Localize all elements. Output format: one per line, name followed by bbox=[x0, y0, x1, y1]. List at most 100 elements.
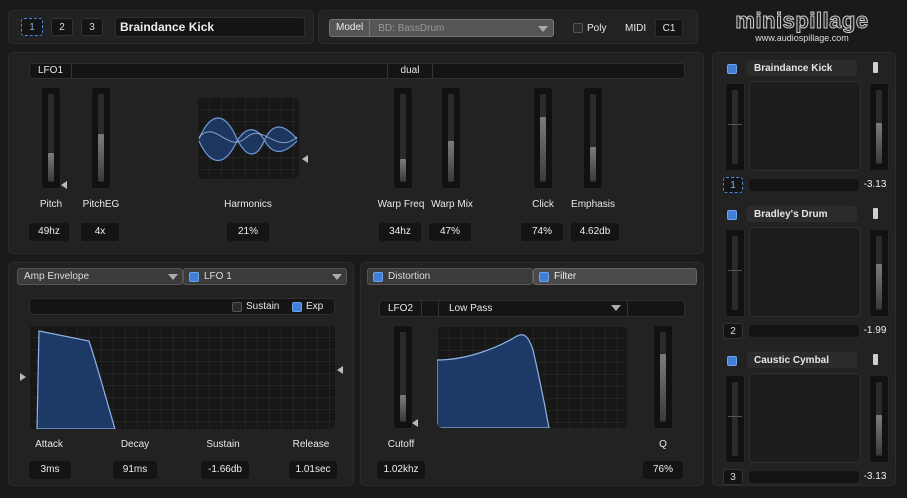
warp-mix-value[interactable]: 47% bbox=[429, 223, 471, 241]
center-tick bbox=[728, 124, 742, 125]
model-bar: Model BD: BassDrum Poly MIDI C1 bbox=[318, 10, 698, 44]
harmonics-mod-arrow-icon[interactable] bbox=[302, 155, 308, 163]
brand-url: www.audiospillage.com bbox=[755, 33, 849, 43]
warp-freq-label: Warp Freq bbox=[377, 199, 425, 210]
emphasis-slider[interactable] bbox=[583, 87, 603, 189]
pitch-slider[interactable] bbox=[41, 87, 61, 189]
decay-value[interactable]: 91ms bbox=[113, 461, 157, 479]
warp-freq-value[interactable]: 34hz bbox=[379, 223, 421, 241]
channel-volume-slider[interactable] bbox=[725, 83, 745, 171]
channel-pan-handle[interactable] bbox=[873, 208, 878, 219]
sustain-checkbox[interactable] bbox=[232, 302, 242, 312]
release-value[interactable]: 1.01sec bbox=[289, 461, 337, 479]
filter-checkbox[interactable] bbox=[539, 272, 549, 282]
channel-level-meter[interactable] bbox=[869, 229, 889, 317]
filter-response-graph[interactable] bbox=[437, 326, 627, 428]
warp-freq-slider[interactable] bbox=[393, 87, 413, 189]
channel-pad[interactable] bbox=[749, 227, 861, 317]
patch-button-2-label: 2 bbox=[59, 21, 65, 33]
exp-checkbox[interactable] bbox=[292, 302, 302, 312]
channel-name-field[interactable]: Braindance Kick bbox=[747, 60, 857, 76]
channel-gain-value[interactable]: -3.13 bbox=[859, 468, 891, 486]
channel-name-field[interactable]: Caustic Cymbal bbox=[747, 352, 857, 368]
patch-button-2[interactable]: 2 bbox=[51, 18, 73, 36]
midi-note-field[interactable]: C1 bbox=[655, 19, 683, 37]
envelope-left-arrow-icon[interactable] bbox=[20, 373, 26, 381]
envelope-select[interactable]: Amp Envelope bbox=[17, 268, 183, 285]
harmonics-display[interactable] bbox=[197, 97, 299, 179]
q-value[interactable]: 76% bbox=[643, 461, 683, 479]
envelope-right-arrow-icon[interactable] bbox=[337, 366, 343, 374]
channel-pan-handle[interactable] bbox=[873, 62, 878, 73]
env-lfo-select[interactable]: LFO 1 bbox=[183, 268, 347, 285]
channel-strip: Braindance Kick 1 -3.13 bbox=[713, 59, 897, 199]
channel-name: Bradley's Drum bbox=[754, 208, 828, 220]
filter-type-select[interactable]: Low Pass bbox=[438, 301, 628, 316]
env-lfo-checkbox[interactable] bbox=[189, 272, 199, 282]
pitch-mod-arrow-icon[interactable] bbox=[61, 181, 67, 189]
slider-fill bbox=[98, 134, 104, 181]
patch-button-3[interactable]: 3 bbox=[81, 18, 103, 36]
channel-number[interactable]: 1 bbox=[723, 177, 743, 193]
cutoff-mod-arrow-icon[interactable] bbox=[412, 419, 418, 427]
channel-volume-slider[interactable] bbox=[725, 375, 745, 463]
slider-fill bbox=[400, 395, 406, 421]
oscillator-panel: LFO1 dual Pitch PitchEG Harmonics Warp F… bbox=[8, 52, 704, 254]
envelope-graph[interactable] bbox=[29, 325, 335, 429]
channel-gain-value[interactable]: -1.99 bbox=[859, 322, 891, 340]
poly-label: Poly bbox=[587, 23, 607, 34]
harmonics-label: Harmonics bbox=[224, 199, 272, 210]
envelope-select-value: Amp Envelope bbox=[24, 271, 90, 282]
q-slider[interactable] bbox=[653, 325, 673, 429]
tab-filter[interactable]: Filter bbox=[533, 268, 697, 285]
slider-fill bbox=[590, 147, 596, 181]
chevron-down-icon bbox=[611, 305, 621, 311]
channel-gain-value[interactable]: -3.13 bbox=[859, 176, 891, 194]
channel-pad[interactable] bbox=[749, 373, 861, 463]
warp-mix-slider[interactable] bbox=[441, 87, 461, 189]
emphasis-value[interactable]: 4.62db bbox=[571, 223, 619, 241]
cutoff-slider[interactable] bbox=[393, 325, 413, 429]
channel-enable-checkbox[interactable] bbox=[727, 210, 737, 220]
env-options-bar: Sustain Exp bbox=[29, 298, 335, 315]
slider-fill bbox=[660, 354, 666, 421]
lfo1-label: LFO1 bbox=[30, 64, 73, 78]
channel-level-meter[interactable] bbox=[869, 83, 889, 171]
distortion-checkbox[interactable] bbox=[373, 272, 383, 282]
harmonics-value[interactable]: 21% bbox=[227, 223, 269, 241]
cutoff-label: Cutoff bbox=[387, 439, 415, 450]
tab-distortion[interactable]: Distortion bbox=[367, 268, 533, 285]
model-select[interactable]: Model BD: BassDrum bbox=[329, 19, 554, 37]
click-label: Click bbox=[532, 199, 554, 210]
channel-number[interactable]: 3 bbox=[723, 469, 743, 485]
pitch-value[interactable]: 49hz bbox=[29, 223, 69, 241]
decay-label: Decay bbox=[120, 439, 150, 450]
chevron-down-icon bbox=[332, 274, 342, 280]
channel-meter-bar bbox=[749, 179, 859, 191]
channel-number[interactable]: 2 bbox=[723, 323, 743, 339]
patch-button-1[interactable]: 1 bbox=[21, 18, 43, 36]
channel-meter-bar bbox=[749, 471, 859, 483]
env-lfo-select-value: LFO 1 bbox=[204, 271, 232, 282]
filter-curve bbox=[437, 334, 550, 428]
sustain-value[interactable]: -1.66db bbox=[201, 461, 249, 479]
channel-level-meter[interactable] bbox=[869, 375, 889, 463]
channel-pad[interactable] bbox=[749, 81, 861, 171]
channel-volume-slider[interactable] bbox=[725, 229, 745, 317]
channel-name-field[interactable]: Bradley's Drum bbox=[747, 206, 857, 222]
channel-enable-checkbox[interactable] bbox=[727, 356, 737, 366]
cutoff-value[interactable]: 1.02khz bbox=[377, 461, 425, 479]
poly-checkbox[interactable] bbox=[573, 23, 583, 33]
channel-enable-checkbox[interactable] bbox=[727, 64, 737, 74]
click-slider[interactable] bbox=[533, 87, 553, 189]
attack-value[interactable]: 3ms bbox=[29, 461, 71, 479]
pitcheg-value[interactable]: 4x bbox=[81, 223, 119, 241]
click-value[interactable]: 74% bbox=[521, 223, 563, 241]
pitcheg-slider[interactable] bbox=[91, 87, 111, 189]
patch-button-3-label: 3 bbox=[89, 21, 95, 33]
osc-mode-label[interactable]: dual bbox=[387, 64, 433, 78]
model-value: BD: BassDrum bbox=[378, 22, 445, 34]
patch-name-field[interactable]: Braindance Kick bbox=[115, 17, 305, 37]
channel-pan-handle[interactable] bbox=[873, 354, 878, 365]
tab-distortion-label: Distortion bbox=[388, 271, 431, 282]
